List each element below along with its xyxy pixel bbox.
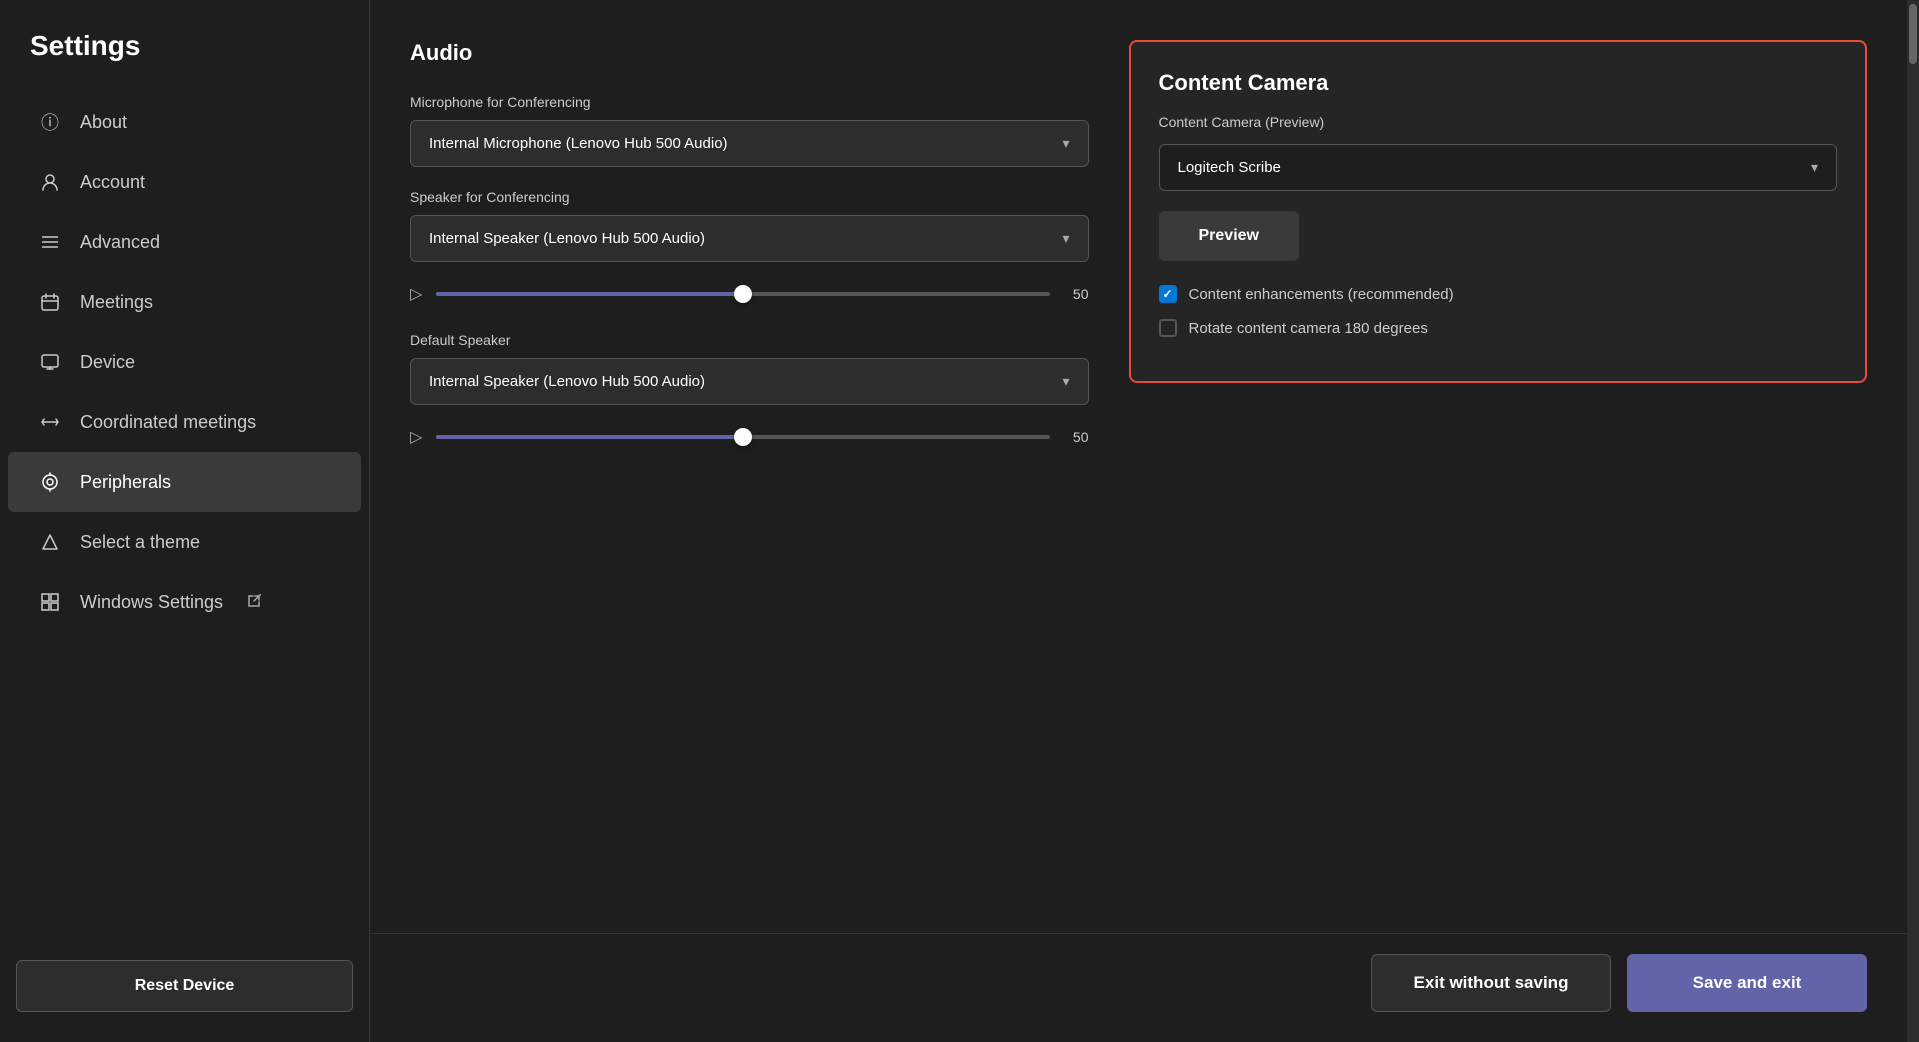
speaker-value: Internal Speaker (Lenovo Hub 500 Audio)	[429, 230, 705, 247]
default-volume-slider[interactable]	[436, 435, 1049, 439]
meetings-icon	[38, 290, 62, 314]
default-volume-thumb[interactable]	[734, 428, 752, 446]
footer: Exit without saving Save and exit	[370, 933, 1907, 1042]
microphone-value: Internal Microphone (Lenovo Hub 500 Audi…	[429, 135, 728, 152]
reset-device-button[interactable]: Reset Device	[16, 960, 353, 1012]
default-speaker-dropdown[interactable]: Internal Speaker (Lenovo Hub 500 Audio) …	[410, 358, 1089, 405]
sidebar: Settings ⓘ About Account Advanced Meetin…	[0, 0, 370, 1042]
sidebar-item-coordinated-meetings[interactable]: Coordinated meetings	[8, 392, 361, 452]
sidebar-item-windows-settings[interactable]: Windows Settings	[8, 572, 361, 632]
microphone-chevron: ▾	[1062, 135, 1069, 152]
sidebar-item-peripherals[interactable]: Peripherals	[8, 452, 361, 512]
rotate-row: Rotate content camera 180 degrees	[1159, 319, 1838, 337]
theme-icon	[38, 530, 62, 554]
default-volume-value: 50	[1064, 429, 1089, 445]
sidebar-item-label-coordinated: Coordinated meetings	[80, 412, 256, 433]
device-icon	[38, 350, 62, 374]
microphone-label: Microphone for Conferencing	[410, 94, 1089, 110]
advanced-icon	[38, 230, 62, 254]
sidebar-item-advanced[interactable]: Advanced	[8, 212, 361, 272]
sidebar-item-label-advanced: Advanced	[80, 232, 160, 253]
default-speaker-chevron: ▾	[1062, 373, 1069, 390]
sidebar-item-theme[interactable]: Select a theme	[8, 512, 361, 572]
sidebar-item-account[interactable]: Account	[8, 152, 361, 212]
sidebar-item-device[interactable]: Device	[8, 332, 361, 392]
windows-icon	[38, 590, 62, 614]
save-and-exit-button[interactable]: Save and exit	[1627, 954, 1867, 1012]
sidebar-item-about[interactable]: ⓘ About	[8, 92, 361, 152]
speaker-volume-slider[interactable]	[436, 292, 1049, 296]
sidebar-item-meetings[interactable]: Meetings	[8, 272, 361, 332]
default-play-icon[interactable]: ▷	[410, 427, 422, 447]
sidebar-bottom: Reset Device	[0, 960, 369, 1022]
audio-section: Audio Microphone for Conferencing Intern…	[410, 40, 1089, 913]
speaker-volume-fill	[436, 292, 743, 296]
sidebar-item-label-windows: Windows Settings	[80, 592, 223, 613]
speaker-play-icon[interactable]: ▷	[410, 284, 422, 304]
exit-without-saving-button[interactable]: Exit without saving	[1371, 954, 1611, 1012]
camera-dropdown[interactable]: Logitech Scribe ▾	[1159, 144, 1838, 191]
microphone-dropdown[interactable]: Internal Microphone (Lenovo Hub 500 Audi…	[410, 120, 1089, 167]
preview-button[interactable]: Preview	[1159, 211, 1299, 261]
speaker-chevron: ▾	[1062, 230, 1069, 247]
sidebar-item-label-device: Device	[80, 352, 135, 373]
content-area: Audio Microphone for Conferencing Intern…	[370, 0, 1907, 933]
sidebar-item-label-account: Account	[80, 172, 145, 193]
camera-selected-value: Logitech Scribe	[1178, 159, 1281, 176]
enhancements-label: Content enhancements (recommended)	[1189, 286, 1454, 303]
peripherals-icon	[38, 470, 62, 494]
account-icon	[38, 170, 62, 194]
sidebar-title: Settings	[0, 30, 369, 92]
speaker-volume-row: ▷ 50	[410, 284, 1089, 304]
sidebar-item-label-theme: Select a theme	[80, 532, 200, 553]
enhancements-checkbox[interactable]	[1159, 285, 1177, 303]
sidebar-item-label-about: About	[80, 112, 127, 133]
scrollbar-thumb[interactable]	[1909, 4, 1917, 64]
camera-chevron: ▾	[1811, 159, 1818, 176]
coordinated-icon	[38, 410, 62, 434]
default-volume-fill	[436, 435, 743, 439]
content-camera-section: Content Camera Content Camera (Preview) …	[1129, 40, 1868, 383]
speaker-volume-thumb[interactable]	[734, 285, 752, 303]
sidebar-item-label-meetings: Meetings	[80, 292, 153, 313]
sidebar-item-label-peripherals: Peripherals	[80, 472, 171, 493]
default-speaker-label: Default Speaker	[410, 332, 1089, 348]
speaker-label: Speaker for Conferencing	[410, 189, 1089, 205]
external-link-icon	[247, 594, 261, 611]
rotate-label: Rotate content camera 180 degrees	[1189, 320, 1428, 337]
main-content: Audio Microphone for Conferencing Intern…	[370, 0, 1907, 1042]
rotate-checkbox[interactable]	[1159, 319, 1177, 337]
default-volume-row: ▷ 50	[410, 427, 1089, 447]
camera-subtitle: Content Camera (Preview)	[1159, 114, 1838, 130]
camera-title: Content Camera	[1159, 70, 1838, 96]
scrollbar-track[interactable]	[1907, 0, 1919, 1042]
speaker-volume-value: 50	[1064, 286, 1089, 302]
audio-title: Audio	[410, 40, 1089, 66]
info-icon: ⓘ	[38, 110, 62, 134]
speaker-dropdown[interactable]: Internal Speaker (Lenovo Hub 500 Audio) …	[410, 215, 1089, 262]
default-speaker-value: Internal Speaker (Lenovo Hub 500 Audio)	[429, 373, 705, 390]
enhancements-row: Content enhancements (recommended)	[1159, 285, 1838, 303]
